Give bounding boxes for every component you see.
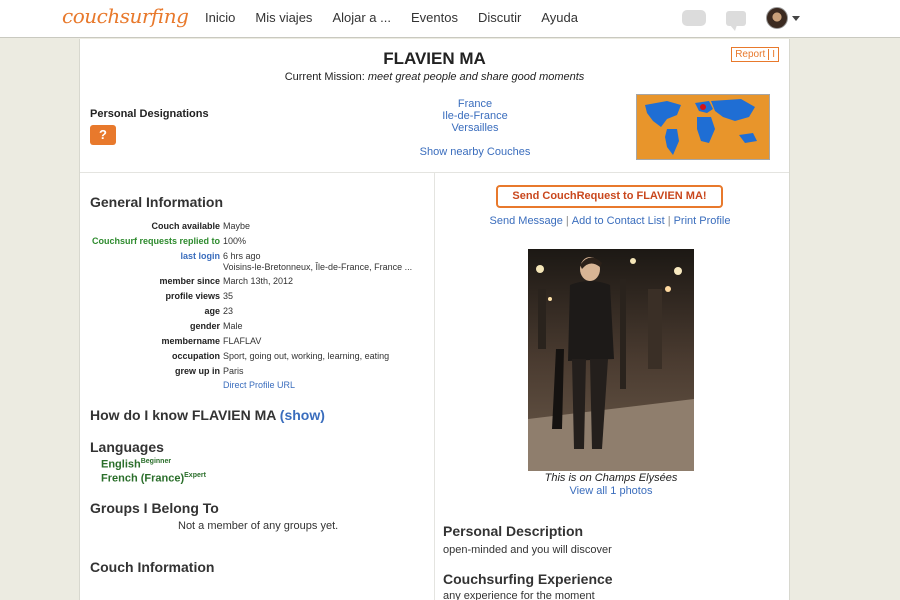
location-region-link[interactable]: Ile-de-France [420,110,530,122]
how-do-i-know-title: How do I know FLAVIEN MA (show) [90,407,325,423]
profile-photo-graphic [528,249,694,471]
couch-icon: ? [90,125,116,145]
world-map-graphic [637,95,769,159]
current-mission: Current Mission: meet great people and s… [80,71,789,83]
language-item-french: French (France)Expert [101,472,206,485]
mission-text: meet great people and share good moments [367,71,585,83]
photo-caption: This is on Champs Elysées [544,472,678,484]
print-profile-link[interactable]: Print Profile [674,215,731,227]
info-value: Maybe [223,221,251,231]
info-label[interactable]: Couchsurf requests replied to [92,236,220,246]
chevron-down-icon[interactable] [792,15,800,21]
nav-discutir[interactable]: Discutir [478,10,521,25]
info-row-last-login-location: Voisins-le-Bretonneux, Île-de-France, Fr… [80,262,430,274]
nav-alojar[interactable]: Alojar a ... [332,10,391,25]
info-label: member since [159,276,220,286]
report-button[interactable]: Report I [731,47,779,62]
direct-profile-url-link[interactable]: Direct Profile URL [223,380,295,390]
personal-description-title: Personal Description [443,523,584,539]
mission-label: Current Mission: [284,71,365,83]
report-extra: I [768,49,775,60]
nav-ayuda[interactable]: Ayuda [541,10,578,25]
add-to-contact-list-link[interactable]: Add to Contact List [572,215,665,227]
report-label: Report [735,49,766,60]
send-message-link[interactable]: Send Message [490,215,563,227]
view-all-photos-link[interactable]: View all 1 photos [500,485,722,497]
info-value: 6 hrs ago [223,251,261,261]
info-label: profile views [165,291,220,301]
general-information-title: General Information [90,194,224,210]
languages-title: Languages [90,439,164,455]
info-row-age: age 23 [80,306,430,318]
language-name: English [101,458,141,471]
info-value: 23 [223,306,234,316]
profile-actions: Send Message | Add to Contact List | Print P… [475,215,745,227]
info-row-occupation: occupation Sport, going out, working, le… [80,351,430,363]
info-row-membername: membername FLAFLAV [80,336,430,348]
show-nearby-couches-link[interactable]: Show nearby Couches [410,146,540,158]
language-name: French (France) [101,472,185,485]
couch-requests-icon[interactable] [682,10,706,26]
location-city-link[interactable]: Versailles [420,122,530,134]
main-nav: Inicio Mis viajes Alojar a ... Eventos D… [205,10,598,25]
info-value: 100% [223,236,247,246]
separator: | [667,215,671,227]
language-level: Beginner [140,458,172,465]
info-row-grew-up-in: grew up in Paris [80,366,430,378]
info-label: gender [189,321,220,331]
info-value: Paris [223,366,244,376]
info-row-couch-available: Couch available Maybe [80,221,430,233]
location-country-link[interactable]: France [420,98,530,110]
language-level: Expert [184,472,206,479]
info-label: membername [161,336,220,346]
couch-information-title: Couch Information [90,559,215,575]
info-value: Male [223,321,243,331]
info-value: FLAFLAV [223,336,262,346]
info-label: age [204,306,220,316]
nav-mis-viajes[interactable]: Mis viajes [255,10,312,25]
user-avatar[interactable] [766,7,788,29]
messages-icon[interactable] [726,10,746,31]
info-row-requests-replied: Couchsurf requests replied to 100% [80,236,430,248]
info-value: March 13th, 2012 [223,276,294,286]
send-couchrequest-button[interactable]: Send CouchRequest to FLAVIEN MA! [496,185,723,208]
personal-designations-title: Personal Designations [90,108,209,120]
groups-text: Not a member of any groups yet. [178,520,339,532]
info-row-member-since: member since March 13th, 2012 [80,276,430,288]
nav-eventos[interactable]: Eventos [411,10,458,25]
info-label: occupation [171,351,220,361]
info-value: Sport, going out, working, learning, eat… [223,351,390,361]
info-label: grew up in [175,366,220,376]
info-label[interactable]: last login [180,251,220,261]
info-value: Voisins-le-Bretonneux, Île-de-France, Fr… [223,262,413,272]
couchsurfing-experience-title: Couchsurfing Experience [443,571,613,587]
world-map[interactable] [636,94,770,160]
personal-description-text: open-minded and you will discover [443,544,612,556]
couchsurfing-experience-text: any experience for the moment [443,590,595,600]
info-label: Couch available [151,221,220,231]
nav-inicio[interactable]: Inicio [205,10,235,25]
profile-name: FLAVIEN MA [383,49,486,68]
info-row-profile-views: profile views 35 [80,291,430,303]
how-do-i-know-label: How do I know FLAVIEN MA [90,407,276,423]
separator: | [565,215,569,227]
info-row-direct-url: Direct Profile URL [80,380,430,392]
couchsurfing-logo[interactable]: couchsurfing [62,4,189,28]
language-item-english: EnglishBeginner [101,458,171,471]
profile-photo[interactable] [528,249,694,471]
groups-title: Groups I Belong To [90,500,219,516]
column-divider [434,173,435,600]
show-link[interactable]: (show) [280,407,325,423]
profile-page: FLAVIEN MA Current Mission: meet great p… [79,39,790,600]
info-value: 35 [223,291,234,301]
nav-icons [682,7,800,31]
info-row-gender: gender Male [80,321,430,333]
top-navigation-bar: couchsurfing Inicio Mis viajes Alojar a … [0,0,900,38]
